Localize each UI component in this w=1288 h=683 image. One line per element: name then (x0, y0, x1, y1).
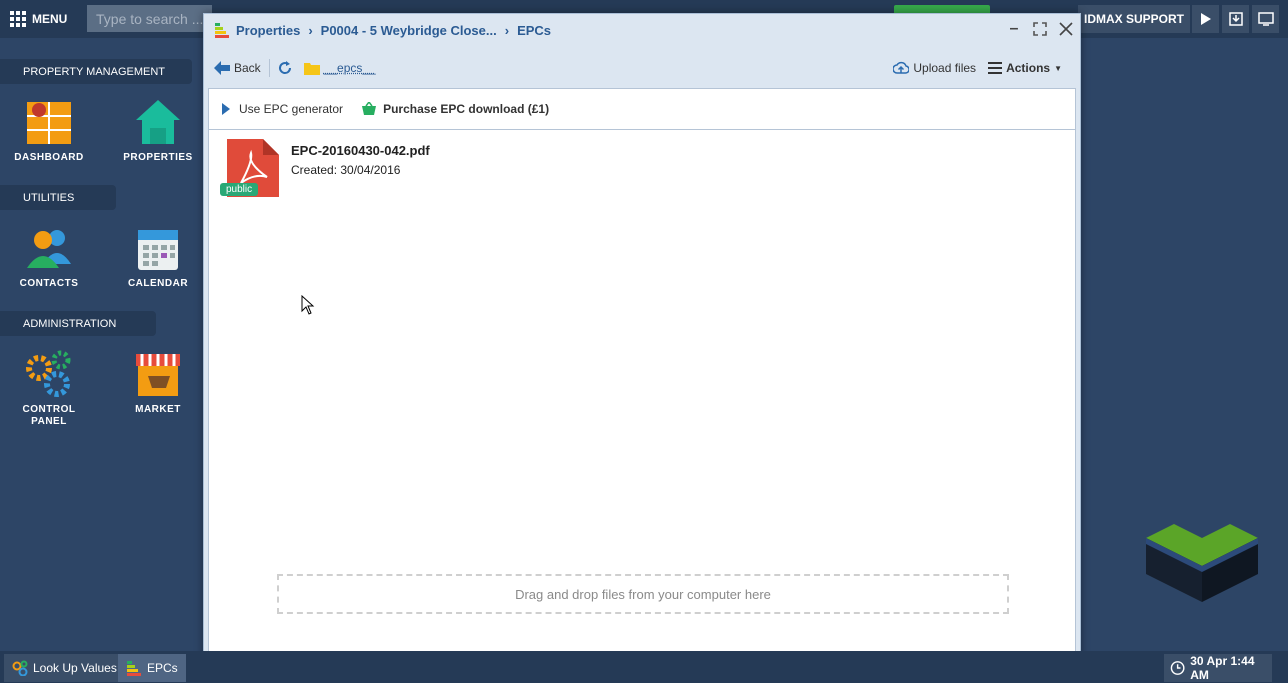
breadcrumb-separator: › (308, 22, 313, 38)
breadcrumb-epcs[interactable]: EPCs (517, 23, 551, 38)
folder-button[interactable]: __epcs__ (298, 61, 382, 75)
properties-tile[interactable]: PROPERTIES (113, 98, 203, 164)
task-epcs[interactable]: EPCs (118, 654, 186, 682)
notifications-icon[interactable] (1192, 5, 1219, 33)
file-item[interactable]: public EPC-20160430-042.pdf Created: 30/… (217, 139, 457, 201)
clock-icon (1170, 661, 1185, 675)
download-icon[interactable] (1222, 5, 1249, 33)
basket-icon (362, 102, 377, 115)
actions-menu-button[interactable]: Actions ▼ (982, 61, 1068, 75)
search-input[interactable] (87, 5, 212, 32)
epcs-window: Properties › P0004 - 5 Weybridge Close..… (203, 13, 1081, 675)
breadcrumb-properties[interactable]: Properties (236, 23, 300, 38)
toolbar-divider (268, 59, 270, 77)
support-button[interactable]: IDMAX SUPPORT (1078, 5, 1190, 33)
hamburger-icon (988, 62, 1003, 74)
epc-rating-icon (214, 22, 230, 38)
breadcrumb-property[interactable]: P0004 - 5 Weybridge Close... (321, 23, 497, 38)
back-button[interactable]: Back (208, 61, 267, 75)
taskbar: Look Up Values EPCs 30 Apr 1:44 AM (0, 651, 1288, 683)
house-icon (134, 98, 182, 146)
play-icon (222, 103, 230, 115)
contacts-icon (25, 224, 73, 272)
menu-label: MENU (32, 12, 68, 26)
screen-icon[interactable] (1252, 5, 1279, 33)
refresh-icon (278, 61, 291, 74)
gears-icon (12, 660, 28, 676)
grid-icon (10, 11, 26, 27)
file-name: EPC-20160430-042.pdf (291, 143, 430, 158)
calendar-tile[interactable]: CALENDAR (113, 224, 203, 290)
window-controls: – (1006, 20, 1074, 38)
refresh-button[interactable] (272, 61, 298, 75)
market-icon (134, 350, 182, 398)
control-panel-tile[interactable]: CONTROL PANEL (4, 350, 94, 428)
folder-icon (303, 63, 320, 75)
drop-zone[interactable]: Drag and drop files from your computer h… (277, 574, 1009, 614)
epc-generator-button[interactable]: Use EPC generator (221, 102, 343, 116)
gears-icon (25, 350, 73, 398)
market-tile[interactable]: MARKET (113, 350, 203, 416)
support-label: IDMAX SUPPORT (1083, 12, 1184, 26)
caret-down-icon: ▼ (1054, 63, 1062, 73)
purchase-epc-button[interactable]: Purchase EPC download (£1) (361, 102, 549, 116)
epc-rating-icon (127, 661, 141, 676)
epc-action-bar: Use EPC generator Purchase EPC download … (209, 89, 1075, 130)
close-icon[interactable] (1058, 20, 1074, 38)
section-property-management: PROPERTY MANAGEMENT (0, 59, 192, 84)
file-browser: Use EPC generator Purchase EPC download … (208, 88, 1076, 670)
back-arrow-icon (214, 61, 230, 75)
calendar-icon (134, 224, 182, 272)
file-created-date: Created: 30/04/2016 (291, 163, 401, 177)
window-title-bar[interactable]: Properties › P0004 - 5 Weybridge Close..… (204, 14, 1080, 46)
cloud-upload-icon (893, 61, 910, 74)
pdf-file-icon: public (217, 139, 281, 201)
section-administration: ADMINISTRATION (0, 311, 156, 336)
breadcrumb-separator: › (504, 22, 510, 38)
brand-logo (1146, 524, 1258, 602)
menu-button[interactable]: MENU (4, 5, 78, 33)
clock[interactable]: 30 Apr 1:44 AM (1164, 654, 1272, 682)
contacts-tile[interactable]: CONTACTS (4, 224, 94, 290)
upload-files-button[interactable]: Upload files (887, 61, 982, 75)
minimize-icon[interactable]: – (1006, 20, 1022, 38)
mouse-cursor-icon (301, 295, 315, 315)
section-utilities: UTILITIES (0, 185, 116, 210)
dashboard-tile[interactable]: DASHBOARD (4, 98, 94, 164)
window-toolbar: Back __epcs__ Upload files Actions ▼ (208, 48, 1076, 88)
public-badge: public (220, 183, 259, 196)
task-look-up-values[interactable]: Look Up Values (4, 654, 125, 682)
dashboard-icon (25, 98, 73, 146)
maximize-icon[interactable] (1032, 20, 1048, 38)
